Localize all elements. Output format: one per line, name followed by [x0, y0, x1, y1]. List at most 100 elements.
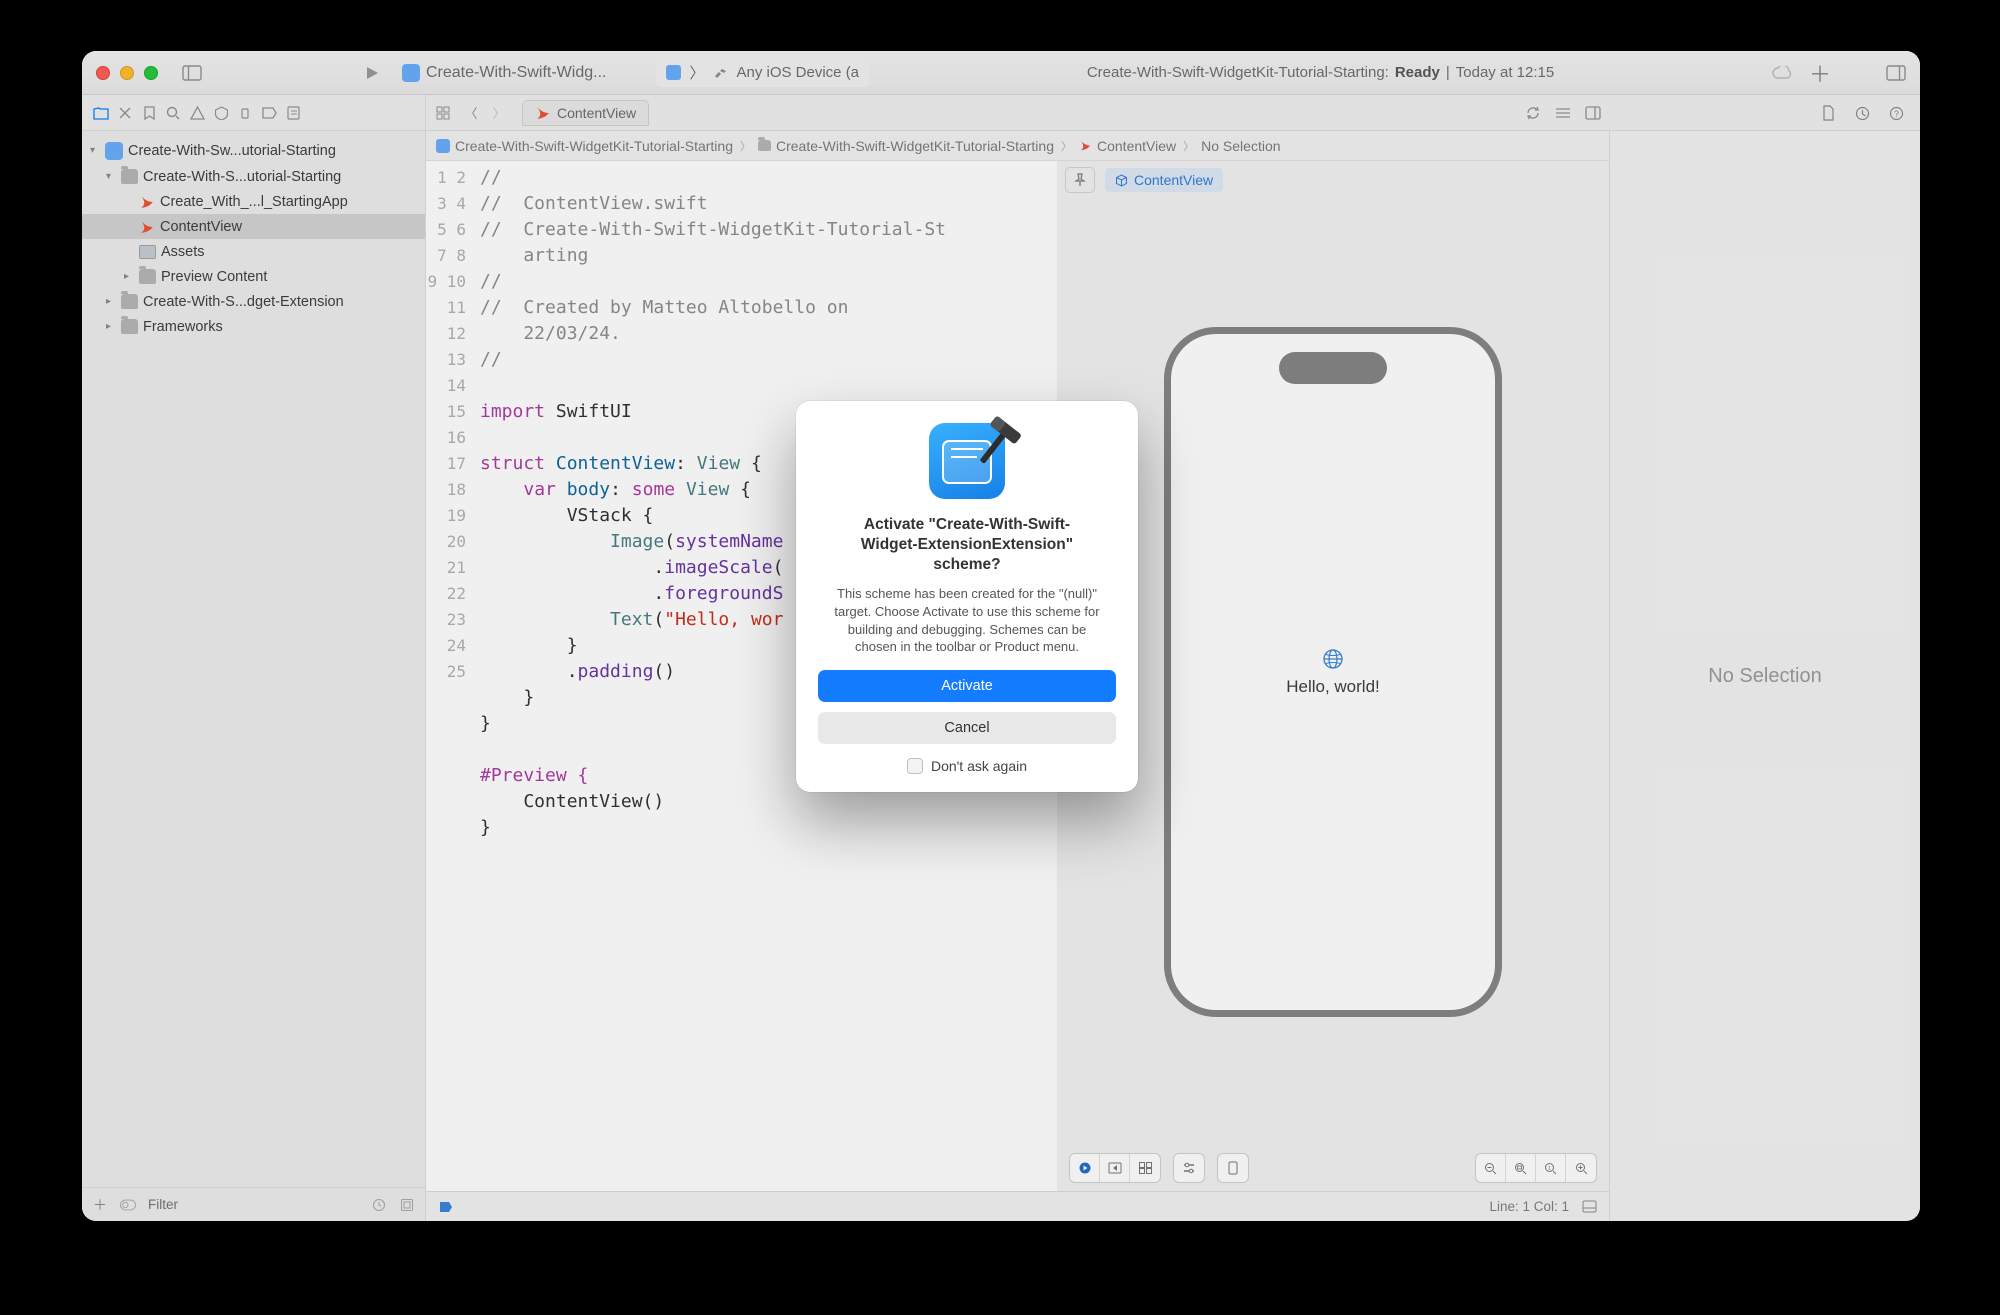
chevron-icon: 〉 [740, 138, 751, 154]
zoom-actual-button[interactable]: 1 [1536, 1154, 1566, 1182]
canvas-header: ContentView [1057, 161, 1609, 199]
selectable-preview-button[interactable] [1100, 1154, 1130, 1182]
tree-preview-content[interactable]: ▸Preview Content [82, 264, 425, 289]
folder-icon [121, 169, 138, 184]
cancel-button[interactable]: Cancel [818, 712, 1116, 744]
tree-file-contentview[interactable]: ContentView [82, 214, 425, 239]
swift-file-icon [139, 194, 155, 210]
close-window-button[interactable] [96, 66, 110, 80]
project-tree[interactable]: ▾Create-With-Sw...utorial-Starting ▾Crea… [82, 131, 425, 1187]
sync-icon[interactable] [1524, 104, 1542, 122]
crumb-icon [436, 139, 450, 153]
source-filter-icon[interactable] [399, 1197, 415, 1213]
project-navigator-icon[interactable] [92, 104, 110, 122]
run-button[interactable] [362, 63, 382, 83]
tree-target[interactable]: ▾Create-With-S...utorial-Starting [82, 164, 425, 189]
xcode-app-icon [929, 423, 1005, 499]
dont-ask-row[interactable]: Don't ask again [907, 758, 1027, 774]
phone-preview-wrap: Hello, world! [1057, 199, 1609, 1145]
window-title: Create-With-Swift-Widg... [402, 64, 606, 82]
tree-assets[interactable]: Assets [82, 239, 425, 264]
scheme-chevron: 〉 [689, 62, 704, 83]
cloud-icon[interactable] [1772, 63, 1792, 83]
zoom-in-button[interactable] [1566, 1154, 1596, 1182]
pin-preview-button[interactable] [1065, 167, 1095, 193]
tests-icon[interactable] [212, 104, 230, 122]
device-name: Any iOS Device (a [736, 64, 859, 81]
search-icon[interactable] [164, 104, 182, 122]
build-status: Create-With-Swift-WidgetKit-Tutorial-Sta… [1087, 64, 1554, 81]
activate-button[interactable]: Activate [818, 670, 1116, 702]
dynamic-island [1279, 352, 1387, 384]
svg-text:1: 1 [1548, 1166, 1551, 1172]
right-sidebar-toggle-icon[interactable] [1886, 63, 1906, 83]
history-inspector-icon[interactable] [1852, 103, 1872, 123]
open-file-tab[interactable]: ContentView [522, 100, 649, 126]
tree-item-label: Assets [161, 244, 205, 260]
scheme-selector[interactable]: 〉 Any iOS Device (a [656, 58, 869, 87]
cube-icon [1115, 174, 1128, 187]
preview-badge-label: ContentView [1134, 172, 1213, 188]
tree-item-label: Create-With-S...utorial-Starting [143, 169, 341, 185]
jump-bar: 〈 〉 ContentView [426, 95, 1610, 130]
breadcrumb-item[interactable]: Create-With-Swift-WidgetKit-Tutorial-Sta… [776, 138, 1054, 154]
breakpoints-icon[interactable] [260, 104, 278, 122]
inspector-placeholder: No Selection [1610, 131, 1920, 1221]
line-col-indicator: Line: 1 Col: 1 [1489, 1199, 1569, 1214]
breadcrumb-item[interactable]: Create-With-Swift-WidgetKit-Tutorial-Sta… [455, 138, 733, 154]
preview-hello-label: Hello, world! [1286, 677, 1380, 697]
scheme-app-icon [666, 65, 681, 80]
sidebar-toggle-icon[interactable] [182, 63, 202, 83]
nav-forward-icon[interactable]: 〉 [490, 104, 508, 122]
project-navigator: ▾Create-With-Sw...utorial-Starting ▾Crea… [82, 131, 426, 1221]
breadcrumb-item[interactable]: No Selection [1201, 138, 1280, 154]
live-preview-button[interactable] [1070, 1154, 1100, 1182]
add-files-icon[interactable]: ＋ [92, 1197, 108, 1213]
status-separator: | [1446, 64, 1450, 81]
scoped-filter-icon[interactable] [120, 1197, 136, 1213]
zoom-fit-button[interactable] [1506, 1154, 1536, 1182]
tree-item-label: Preview Content [161, 269, 267, 285]
bookmark-icon[interactable] [140, 104, 158, 122]
related-items-icon[interactable] [434, 104, 452, 122]
editor-options-icon[interactable] [1554, 104, 1572, 122]
tree-frameworks[interactable]: ▸Frameworks [82, 314, 425, 339]
nav-back-icon[interactable]: 〈 [462, 104, 480, 122]
zoom-window-button[interactable] [144, 66, 158, 80]
chevron-icon: 〉 [1061, 138, 1072, 154]
canvas-controls: 1 [1057, 1145, 1609, 1191]
status-project-name: Create-With-Swift-WidgetKit-Tutorial-Sta… [1087, 64, 1389, 81]
line-gutter: 1 2 3 4 5 6 7 8 9 10 11 12 13 14 15 16 1… [426, 161, 474, 1191]
debug-icon[interactable] [236, 104, 254, 122]
variants-button[interactable] [1130, 1154, 1160, 1182]
preview-device-button[interactable] [1218, 1154, 1248, 1182]
minimize-window-button[interactable] [120, 66, 134, 80]
xcode-window: Create-With-Swift-Widg... 〉 Any iOS Devi… [82, 51, 1920, 1221]
chevron-icon: 〉 [1183, 138, 1194, 154]
bottom-panel-icon[interactable] [1581, 1199, 1597, 1215]
dont-ask-label: Don't ask again [931, 758, 1027, 774]
dialog-body: This scheme has been created for the "(n… [827, 585, 1107, 655]
zoom-out-button[interactable] [1476, 1154, 1506, 1182]
activate-scheme-dialog: Activate "Create-With-Swift-Widget-Exten… [796, 401, 1138, 792]
filter-input[interactable] [148, 1197, 359, 1212]
dont-ask-checkbox[interactable] [907, 758, 923, 774]
issues-icon[interactable] [188, 104, 206, 122]
source-control-icon[interactable] [116, 104, 134, 122]
tree-extension[interactable]: ▸Create-With-S...dget-Extension [82, 289, 425, 314]
reports-icon[interactable] [284, 104, 302, 122]
help-inspector-icon[interactable]: ? [1886, 103, 1906, 123]
project-icon [105, 142, 123, 160]
recent-filter-icon[interactable] [371, 1197, 387, 1213]
assets-icon [139, 245, 156, 259]
breadcrumb[interactable]: Create-With-Swift-WidgetKit-Tutorial-Sta… [426, 131, 1609, 161]
add-tab-icon[interactable]: ＋ [1810, 63, 1830, 83]
adjust-editor-icon[interactable] [1584, 104, 1602, 122]
breadcrumb-item[interactable]: ContentView [1097, 138, 1176, 154]
tree-file-app[interactable]: Create_With_...l_StartingApp [82, 189, 425, 214]
device-settings-button[interactable] [1174, 1154, 1204, 1182]
bookmark-footer-icon[interactable] [438, 1199, 454, 1215]
file-inspector-icon[interactable] [1818, 103, 1838, 123]
tree-root[interactable]: ▾Create-With-Sw...utorial-Starting [82, 137, 425, 164]
preview-badge[interactable]: ContentView [1105, 168, 1223, 192]
